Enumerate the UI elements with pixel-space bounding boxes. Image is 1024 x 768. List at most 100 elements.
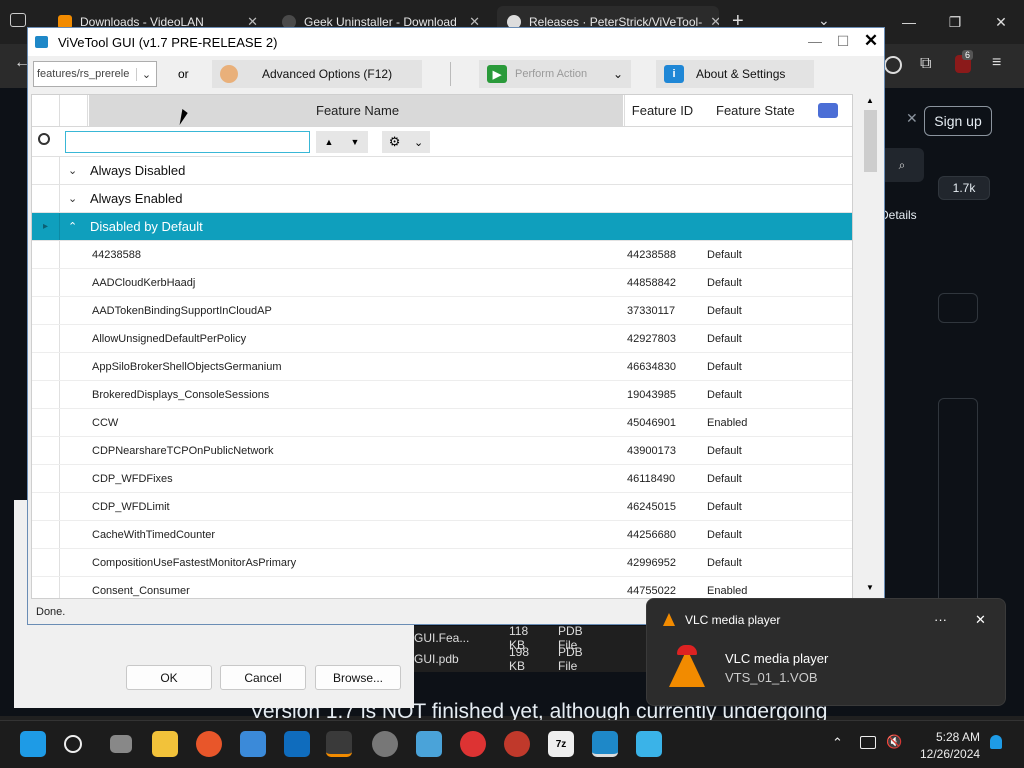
scroll-down-icon[interactable]: ▼ [866,583,874,592]
row-gutter [32,353,60,380]
tab-actions-icon[interactable] [10,13,26,27]
table-row[interactable]: AADTokenBindingSupportInCloudAP 37330117 D… [32,297,852,325]
feature-id-cell: 45046901 [627,417,676,429]
close-icon[interactable]: ✕ [975,612,986,628]
app-icon[interactable] [460,731,486,757]
extensions-icon[interactable]: ⧉ [920,55,931,73]
table-row[interactable]: CDPNearshareTCPOnPublicNetwork 43900173 De… [32,437,852,465]
chevron-down-icon[interactable]: ⌄ [68,164,77,177]
comment-icon[interactable] [818,103,838,118]
cancel-button[interactable]: Cancel [220,665,306,690]
table-row[interactable]: CCW 45046901 Enabled [32,409,852,437]
sort-up-icon[interactable]: ▲ [325,137,334,147]
browse-button[interactable]: Browse... [315,665,401,690]
column-header-feature-state[interactable]: Feature State [716,95,795,126]
feature-name-cell: CDP_WFDLimit [92,501,170,513]
feature-id-cell: 37330117 [627,305,676,317]
ccleaner-icon[interactable] [504,731,530,757]
search-button[interactable]: ⌕ [880,148,924,182]
search-options-button[interactable]: ⚙ ⌄ [382,131,430,153]
vlc-icon [663,613,675,626]
sign-up-button[interactable]: Sign up [924,106,992,136]
row-gutter [32,241,60,268]
row-gutter [32,521,60,548]
advanced-options-button[interactable]: Advanced Options (F12) [212,60,422,88]
restore-icon[interactable]: ❐ [932,0,978,44]
about-settings-label: About & Settings [696,67,786,81]
profile-icon[interactable] [884,56,902,74]
chevron-up-icon[interactable]: ⌃ [68,220,77,233]
star-count[interactable]: 1.7k [938,176,990,200]
chevron-up-icon[interactable]: ⌃ [832,735,843,751]
vlc-taskbar-icon[interactable] [326,731,352,757]
vivetool-taskbar-icon[interactable] [592,731,618,757]
taskbar: 7z ⌃ 🔇 5:28 AM 12/26/2024 [0,720,1024,768]
group-row[interactable]: ▸ ⌃ Disabled by Default [32,213,852,241]
table-row[interactable]: BrokeredDisplays_ConsoleSessions 19043985… [32,381,852,409]
search-input[interactable] [65,131,310,153]
user-icon [220,65,238,83]
more-options-icon[interactable]: ··· [934,612,947,627]
start-windows-icon[interactable] [20,731,46,757]
file-explorer-icon[interactable] [152,731,178,757]
row-gutter [32,297,60,324]
table-row[interactable]: CompositionUseFastestMonitorAsPrimary 429… [32,549,852,577]
table-row[interactable]: AppSiloBrokerShellObjectsGermanium 466348… [32,353,852,381]
search-icon[interactable] [64,735,82,753]
details-link[interactable]: Details [880,208,917,222]
settings-icon[interactable] [372,731,398,757]
group-row[interactable]: ⌄ Always Enabled [32,185,852,213]
feature-state-cell: Default [707,557,742,569]
scroll-thumb[interactable] [864,110,877,172]
table-row[interactable]: AADCloudKerbHaadj 44858842 Default [32,269,852,297]
sort-down-icon[interactable]: ▼ [351,137,360,147]
bell-icon[interactable] [990,735,1002,749]
dismiss-icon[interactable]: ✕ [906,110,918,127]
group-row[interactable]: ⌄ Always Disabled [32,157,852,185]
menu-icon[interactable]: ≡ [992,54,1001,72]
table-row[interactable]: CDP_WFDLimit 46245015 Default [32,493,852,521]
row-gutter [32,549,60,576]
volume-icon[interactable]: 🔇 [886,734,902,750]
scroll-up-icon[interactable]: ▲ [866,96,874,105]
column-header-feature-name[interactable]: Feature Name [316,95,399,126]
minimize-icon[interactable]: — [886,0,932,44]
minimize-icon[interactable]: — [800,28,830,54]
feature-id-cell: 44256680 [627,529,676,541]
notification-toast[interactable]: VLC media player ··· ✕ VLC media player … [646,598,1006,706]
close-icon[interactable]: ✕ [856,28,886,54]
feature-name-cell: BrokeredDisplays_ConsoleSessions [92,389,270,401]
clock-time[interactable]: 5:28 AM [936,730,980,744]
ok-button[interactable]: OK [126,665,212,690]
task-view-icon[interactable] [110,735,132,753]
branch-select[interactable]: features/rs_prerele ⌄ [33,61,157,87]
file-size: 198 KB [509,645,530,673]
chevron-down-icon[interactable]: ⌄ [68,192,77,205]
column-header-feature-id[interactable]: Feature ID [624,95,700,126]
maximize-icon[interactable]: ☐ [828,28,858,54]
table-row[interactable]: Consent_Consumer 44755022 Enabled [32,577,852,598]
grid-header: Feature Name Feature ID Feature State [32,95,852,127]
row-gutter [32,157,60,184]
group-label: Always Disabled [90,163,186,178]
feature-state-cell: Default [707,529,742,541]
outlook-icon[interactable] [284,731,310,757]
vertical-scrollbar[interactable]: ▲ ▼ [861,94,880,599]
7zip-icon[interactable]: 7z [548,731,574,757]
table-row[interactable]: CacheWithTimedCounter 44256680 Default [32,521,852,549]
firefox-icon[interactable] [196,731,222,757]
about-settings-button[interactable]: i About & Settings [656,60,814,88]
perform-action-button[interactable]: ▶ Perform Action ⌄ [479,60,631,88]
app-icon[interactable] [636,731,662,757]
feature-state-cell: Default [707,277,742,289]
clock-date[interactable]: 12/26/2024 [920,747,980,761]
table-row[interactable]: CDP_WFDFixes 46118490 Default [32,465,852,493]
network-icon[interactable] [860,736,876,749]
close-icon[interactable]: ✕ [978,0,1024,44]
control-panel-icon[interactable] [416,731,442,757]
feature-id-cell: 19043985 [627,389,676,401]
row-gutter: ▸ [32,213,60,240]
table-row[interactable]: 44238588 44238588 Default [32,241,852,269]
table-row[interactable]: AllowUnsignedDefaultPerPolicy 42927803 Def… [32,325,852,353]
store-icon[interactable] [240,731,266,757]
